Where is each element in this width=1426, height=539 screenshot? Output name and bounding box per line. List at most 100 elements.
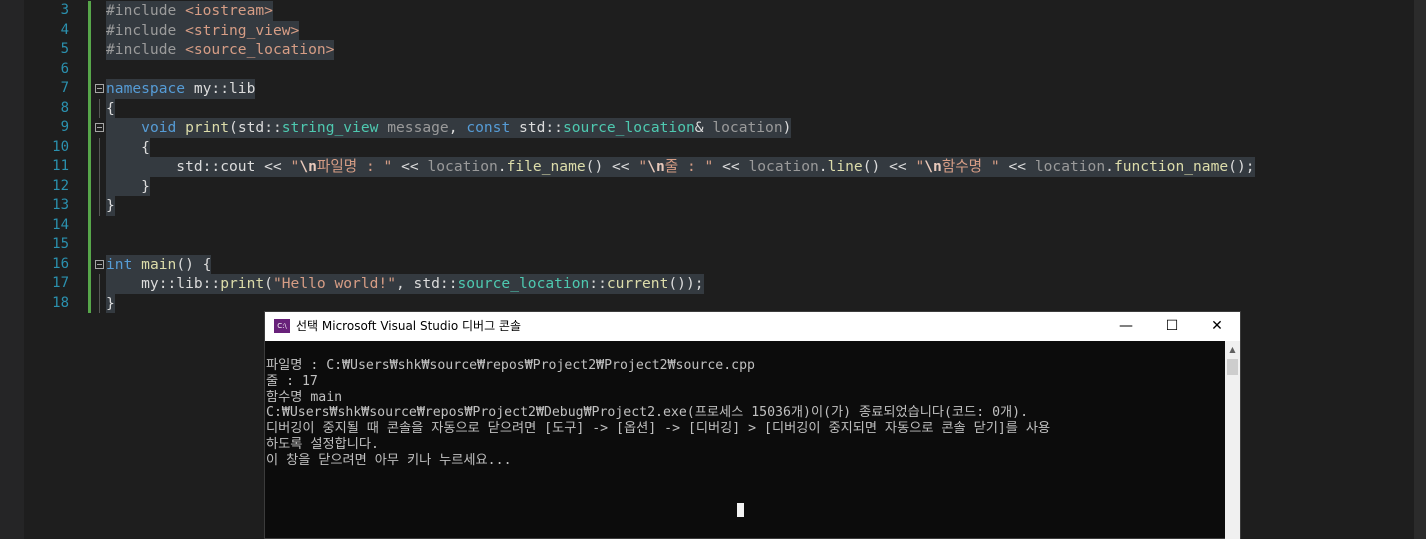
code-line[interactable]: 7 namespace my::lib: [0, 79, 1426, 99]
code-token: string_view: [281, 119, 379, 136]
code-token: (std::: [229, 119, 282, 136]
code-line[interactable]: 5 #include <source_location>: [0, 40, 1426, 60]
code-token: {: [106, 99, 115, 117]
line-number: 8: [60, 99, 69, 116]
outline-guide: [99, 98, 100, 118]
change-indicator: [88, 254, 91, 274]
code-token: <<: [999, 158, 1035, 175]
console-line: 디버깅이 중지될 때 콘솔을 자동으로 닫으려면 [도구] -> [옵션] ->…: [266, 421, 1051, 437]
editor-vertical-scrollbar[interactable]: [1414, 0, 1426, 539]
code-line[interactable]: 8{: [0, 98, 1426, 118]
change-indicator: [88, 98, 91, 118]
code-text[interactable]: #include <string_view>: [106, 20, 300, 40]
maximize-button[interactable]: ☐: [1149, 312, 1195, 341]
code-text[interactable]: #include <source_location>: [106, 40, 335, 60]
code-line[interactable]: 16 int main() {: [0, 254, 1426, 274]
code-token: std::cout <<: [106, 158, 291, 175]
code-token: .: [497, 158, 507, 175]
code-text[interactable]: #include <iostream>: [106, 1, 273, 21]
code-token: main: [141, 255, 177, 273]
line-number: 11: [52, 158, 69, 174]
code-text[interactable]: my::lib::print("Hello world!", std::sour…: [106, 274, 704, 294]
code-token: print: [220, 275, 265, 292]
code-token: ,: [448, 119, 467, 136]
scrollbar-thumb[interactable]: [1227, 359, 1238, 375]
code-text[interactable]: std::cout << "\n파일명 : " << location.file…: [106, 157, 1255, 177]
code-line[interactable]: 17 my::lib::print("Hello world!", std::s…: [0, 274, 1426, 294]
code-token: #include: [106, 41, 186, 58]
code-token: ());: [668, 275, 704, 292]
code-token: }: [106, 177, 150, 195]
code-token: #include: [106, 2, 186, 19]
code-token: (: [264, 275, 273, 292]
code-line[interactable]: 3 #include <iostream>: [0, 1, 1426, 21]
code-line[interactable]: 14: [0, 215, 1426, 235]
minimize-button[interactable]: —: [1103, 312, 1149, 341]
code-token: }: [106, 294, 115, 312]
console-line: C:₩Users₩shk₩source₩repos₩Project2₩Debug…: [266, 405, 1029, 421]
code-text[interactable]: }: [106, 196, 115, 216]
outline-guide: [99, 176, 100, 196]
collapse-icon[interactable]: [95, 84, 104, 93]
code-text[interactable]: {: [106, 137, 150, 157]
code-token: <iostream>: [185, 2, 273, 19]
collapse-icon[interactable]: [95, 259, 104, 269]
code-token: \n: [647, 158, 665, 175]
code-text[interactable]: {: [106, 98, 115, 118]
code-token: 줄 : ": [664, 158, 714, 175]
line-number: 4: [60, 21, 69, 38]
code-text[interactable]: void print(std::string_view message, con…: [106, 118, 792, 138]
code-token: line: [827, 158, 863, 175]
code-line[interactable]: 10 {: [0, 137, 1426, 157]
console-output[interactable]: 파일명 : C:₩Users₩shk₩source₩repos₩Project2…: [265, 341, 1225, 539]
change-indicator: [88, 157, 91, 177]
debug-console-window[interactable]: C:\ 선택 Microsoft Visual Studio 디버그 콘솔 — …: [264, 311, 1241, 539]
code-line[interactable]: 9 void print(std::string_view message, c…: [0, 118, 1426, 138]
console-title-bar[interactable]: C:\ 선택 Microsoft Visual Studio 디버그 콘솔 — …: [265, 312, 1240, 341]
console-line: 줄 : 17: [266, 373, 318, 389]
scroll-up-arrow-icon[interactable]: ▲: [1225, 341, 1240, 358]
close-button[interactable]: ✕: [1194, 312, 1240, 341]
code-token: location: [427, 158, 498, 175]
code-token: message: [387, 119, 449, 136]
outline-guide: [99, 157, 100, 177]
code-token: {: [106, 138, 150, 156]
code-line[interactable]: 6: [0, 59, 1426, 79]
line-number: 13: [52, 197, 69, 213]
change-indicator: [88, 40, 91, 60]
code-token: location: [748, 158, 819, 175]
change-indicator: [88, 215, 91, 235]
text-cursor: [737, 503, 744, 517]
code-token: std::: [510, 119, 563, 136]
code-token: 파일명 : ": [316, 158, 393, 175]
code-text[interactable]: }: [106, 293, 115, 313]
code-line[interactable]: 15: [0, 235, 1426, 255]
outline-guide: [99, 137, 100, 157]
collapse-icon[interactable]: [95, 123, 104, 132]
code-line[interactable]: 12 }: [0, 176, 1426, 196]
code-token: }: [106, 197, 115, 214]
code-line[interactable]: 13}: [0, 196, 1426, 216]
code-token: <source_location>: [185, 41, 335, 58]
code-line[interactable]: 4 #include <string_view>: [0, 20, 1426, 40]
code-text[interactable]: }: [106, 176, 150, 196]
code-token: <string_view>: [185, 21, 300, 39]
code-token: , std::: [395, 275, 458, 292]
change-indicator: [88, 137, 91, 157]
outline-guide: [99, 196, 100, 216]
code-text[interactable]: int main() {: [106, 254, 212, 274]
change-indicator: [88, 274, 91, 294]
change-indicator: [88, 235, 91, 255]
line-number: 6: [60, 60, 69, 77]
line-number: 10: [52, 138, 69, 155]
line-number: 18: [52, 294, 69, 311]
console-vertical-scrollbar[interactable]: ▲: [1225, 341, 1240, 539]
code-line[interactable]: 11 std::cout << "\n파일명 : " << location.f…: [0, 157, 1426, 177]
line-number: 3: [60, 2, 69, 18]
code-token: source_location: [457, 275, 590, 292]
console-line: 이 창을 닫으려면 아무 키나 누르세요...: [266, 452, 512, 468]
code-token: .: [818, 158, 828, 175]
code-text[interactable]: namespace my::lib: [106, 79, 256, 99]
change-indicator: [88, 196, 91, 216]
